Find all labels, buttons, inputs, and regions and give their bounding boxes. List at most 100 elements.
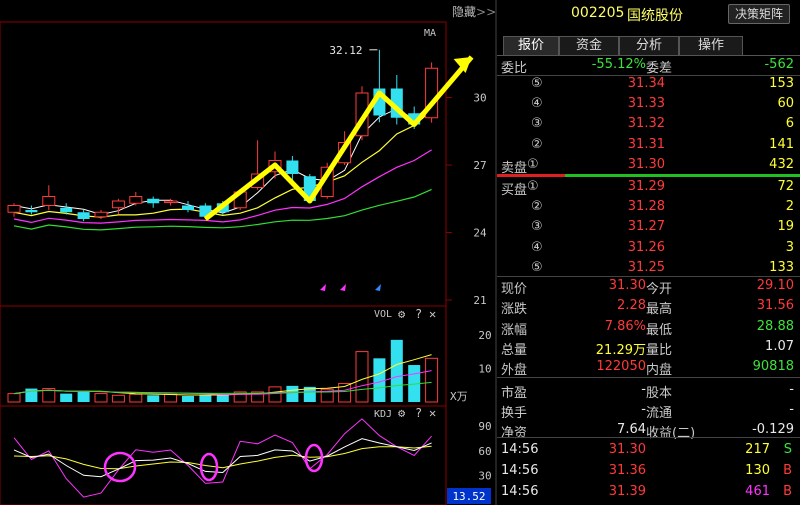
volume-bar-down[interactable] (60, 393, 73, 402)
bids-price-1[interactable]: 31.29 (628, 179, 665, 194)
asks-level-1: ⑤ (531, 76, 543, 91)
candle-body-up[interactable] (111, 200, 125, 209)
candle-body-up[interactable] (7, 205, 21, 213)
stat-huanshou-label: 换手 (501, 405, 528, 421)
volume-bar-up[interactable] (94, 393, 108, 403)
bids-vol-5: 133 (769, 259, 794, 275)
volume-bar-down[interactable] (286, 385, 299, 402)
hide-toggle[interactable]: 隐藏>> (452, 3, 496, 20)
candle-body-up[interactable] (94, 211, 108, 218)
volume-bar-down[interactable] (199, 395, 212, 402)
kdj-question-icon[interactable]: ? (415, 406, 422, 420)
tick-price-2: 31.36 (608, 463, 646, 478)
volume-bar-down[interactable] (373, 358, 386, 402)
signal-marker (340, 284, 346, 291)
volume-bar-up[interactable] (129, 393, 143, 403)
volume-bar-down[interactable] (147, 395, 160, 402)
tab-analysis[interactable]: 分析 (619, 36, 679, 55)
vol-tick-label: 20 (478, 329, 491, 342)
stat-jingzi-label: 净资 (501, 426, 528, 442)
asks-price-3[interactable]: 31.32 (628, 116, 665, 131)
stat-shiying-label2: 股本 (646, 385, 673, 401)
ma3-line (13, 103, 432, 216)
tab-quote[interactable]: 报价 (503, 36, 559, 55)
volume-bar-up[interactable] (425, 357, 439, 403)
volume-bar-up[interactable] (268, 386, 282, 403)
kdj-tick-label: 60 (478, 445, 491, 458)
volume-bar-up[interactable] (355, 351, 369, 403)
asks-price-2[interactable]: 31.33 (628, 96, 665, 111)
kline-chart[interactable]: 30 27 24 21 MA 32.12 VOL 20 10 X万 ⚙? ✕ ⚙? ✕ KDJ 90 60 30 1… (0, 0, 497, 505)
kdj-gear-icon[interactable]: ⚙ (398, 406, 406, 420)
weicha-label: 委差 (646, 61, 673, 76)
bids-level-3: ③ (531, 219, 543, 235)
bids-price-3[interactable]: 31.27 (628, 219, 665, 234)
candle-body-down[interactable] (182, 205, 194, 211)
volume-bar-up[interactable] (7, 393, 21, 403)
vol-gear-icon[interactable]: ⚙ (398, 307, 406, 321)
bids-price-5[interactable]: 31.25 (628, 260, 665, 275)
stats-divider (497, 276, 800, 277)
stat-jingzi-value: 7.64 (617, 422, 646, 438)
stat-zhangdie-value2: 31.56 (756, 298, 794, 314)
weibi-label: 委比 (501, 61, 528, 76)
asks-price-4[interactable]: 31.31 (628, 137, 665, 152)
weicha-value: -562 (764, 57, 794, 72)
stat-zhangdie-label: 涨跌 (501, 302, 528, 318)
volume-bar-down[interactable] (77, 391, 90, 402)
tab-operation[interactable]: 操作 (679, 36, 743, 55)
decision-matrix-button[interactable]: 决策矩阵 (728, 4, 790, 24)
vol-close-icon[interactable]: ✕ (429, 307, 436, 321)
bids-price-2[interactable]: 31.28 (628, 199, 665, 214)
bids-price-4[interactable]: 31.26 (628, 240, 665, 255)
stats-divider-2 (497, 377, 800, 378)
candle-body-down[interactable] (77, 212, 90, 219)
candle-body-up[interactable] (42, 196, 56, 206)
kdj-tick-label: 30 (478, 469, 491, 482)
candle-body-down[interactable] (25, 210, 38, 213)
bids-vol-1: 72 (777, 179, 794, 194)
asks-price-1[interactable]: 31.34 (628, 76, 665, 91)
candle-body-up[interactable] (129, 196, 143, 204)
stat-waipan-value2: 90818 (752, 359, 794, 375)
volume-bar-up[interactable] (164, 393, 178, 403)
tick-vol-1: 217 (745, 442, 770, 457)
tick-time-3: 14:56 (501, 484, 539, 499)
candle-body-down[interactable] (147, 198, 160, 204)
asks-price-5[interactable]: 31.30 (628, 157, 665, 172)
stock-name: 国统股份 (627, 8, 683, 24)
stat-huanshou-value2: - (789, 401, 794, 417)
candle-body-down[interactable] (60, 207, 73, 213)
tab-capital[interactable]: 资金 (559, 36, 619, 55)
tick-time-1: 14:56 (501, 442, 539, 457)
asks-vol-1: 153 (769, 76, 794, 91)
asks-level-3: ③ (531, 116, 543, 132)
tick-flag-3: B (783, 484, 792, 499)
tick-flag-2: B (783, 463, 792, 478)
stat-xianjia-label2: 今开 (646, 282, 673, 297)
asks-level-4: ② (531, 136, 543, 152)
vol-question-icon[interactable]: ? (415, 307, 422, 321)
stat-shiying-label: 市盈 (501, 385, 528, 401)
asks-vol-2: 60 (777, 96, 794, 112)
asks-vol-3: 6 (785, 116, 794, 132)
volume-bar-down[interactable] (182, 395, 194, 402)
stat-zongliang-label: 总量 (501, 342, 528, 358)
bids-vol-2: 2 (785, 199, 794, 215)
vol-label: VOL (374, 309, 392, 320)
stat-zhangdie-label2: 最高 (646, 302, 673, 318)
bids-level-1: ① (527, 179, 539, 194)
kdj-close-icon[interactable]: ✕ (429, 406, 436, 420)
stat-zhangfu-label: 涨幅 (501, 322, 528, 338)
price-tick-label: 24 (473, 227, 487, 240)
stat-xianjia-label: 现价 (501, 282, 528, 297)
tick-vol-2: 130 (745, 463, 770, 478)
candle-body-down[interactable] (286, 160, 299, 175)
tabs-divider (497, 55, 800, 56)
candle-body-up[interactable] (164, 200, 178, 203)
quote-panel: 002205 国统股份 决策矩阵 报价 资金 分析 操作 委比 -55.12% … (497, 0, 800, 505)
asks-label: 卖盘 (501, 160, 528, 176)
volume-bar-up[interactable] (111, 394, 125, 403)
crosshair-value: 13.52 (452, 490, 485, 503)
volume-bar-down[interactable] (390, 339, 403, 402)
